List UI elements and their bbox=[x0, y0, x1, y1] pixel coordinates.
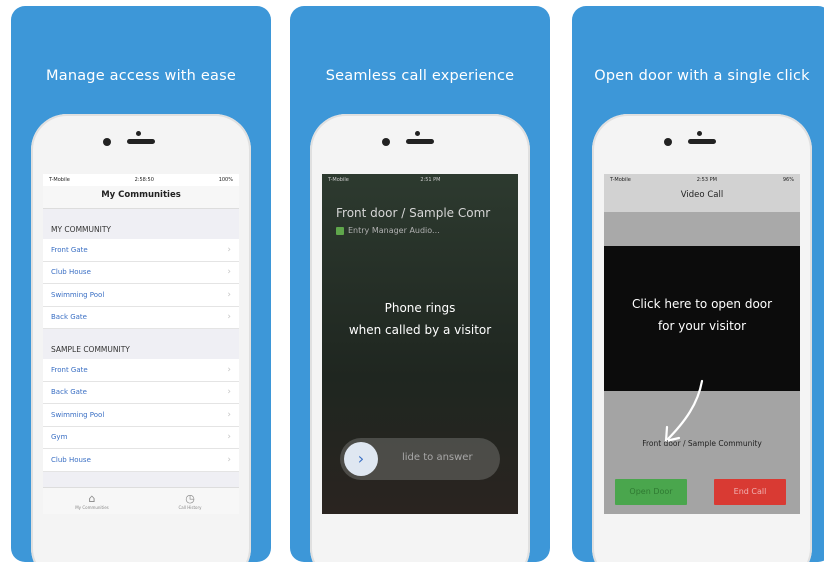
overlay-caption-line-2: for your visitor bbox=[657, 319, 747, 333]
tab-bar: ⌂ My Communities ◷ Call History bbox=[43, 487, 239, 514]
earpiece bbox=[688, 139, 716, 144]
list-item[interactable]: Front Gate › bbox=[43, 359, 239, 382]
list-item-label: Back Gate bbox=[51, 388, 87, 397]
nav-bar: T-Mobile 2:53 PM 96% Video Call bbox=[604, 174, 800, 212]
section-header-my-community: MY COMMUNITY bbox=[43, 209, 239, 239]
screenshot-card-1: Manage access with ease T-Mobile 2:58:50… bbox=[11, 6, 271, 562]
status-time: 2:58:50 bbox=[134, 177, 154, 183]
card-title: Manage access with ease bbox=[46, 68, 236, 84]
overlay-caption-line-2: when called by a visitor bbox=[348, 323, 492, 337]
community-label: Front door / Sample Community bbox=[642, 439, 762, 448]
list-item[interactable]: Front Gate › bbox=[43, 239, 239, 262]
end-call-button[interactable]: End Call bbox=[714, 479, 786, 505]
card-title: Seamless call experience bbox=[325, 68, 515, 84]
chevron-right-icon: › bbox=[227, 364, 231, 375]
carrier-label: T-Mobile bbox=[328, 177, 349, 183]
video-feed: Click here to open door for your visitor bbox=[604, 246, 800, 391]
caller-app-label: Entry Manager Audio... bbox=[336, 226, 440, 235]
chevron-right-icon: › bbox=[227, 244, 231, 255]
list-item[interactable]: Club House › bbox=[43, 261, 239, 284]
tab-label: My Communities bbox=[75, 504, 109, 510]
open-door-button[interactable]: Open Door bbox=[615, 479, 687, 505]
status-time: 2:53 PM bbox=[696, 177, 717, 183]
chevron-right-icon: › bbox=[227, 289, 231, 300]
battery-label: 96% bbox=[782, 177, 794, 183]
chevron-right-icon: › bbox=[227, 454, 231, 465]
carrier-label: T-Mobile bbox=[49, 177, 70, 183]
home-icon: ⌂ bbox=[88, 491, 96, 505]
app-icon bbox=[336, 226, 344, 235]
clock-icon: ◷ bbox=[185, 491, 195, 505]
list-item-label: Back Gate bbox=[51, 313, 87, 322]
phone-screen: T-Mobile 2:53 PM 96% Video Call Click he… bbox=[604, 174, 800, 514]
sensor-dot bbox=[697, 131, 702, 136]
nav-title: Video Call bbox=[680, 190, 724, 200]
camera-dot bbox=[382, 138, 390, 146]
section-header-sample-community: SAMPLE COMMUNITY bbox=[43, 329, 239, 359]
phone-frame: T-Mobile 2:58:50 100% My Communities MY … bbox=[31, 114, 251, 562]
phone-screen: T-Mobile 2:51 PM Front door / Sample Com… bbox=[322, 174, 518, 514]
caller-name: Front door / Sample Comr bbox=[336, 206, 491, 220]
battery-label: 100% bbox=[218, 177, 233, 183]
phone-frame: T-Mobile 2:51 PM Front door / Sample Com… bbox=[310, 114, 530, 562]
call-controls-area: Front door / Sample Community Open Door … bbox=[604, 379, 800, 514]
screenshot-card-2: Seamless call experience T-Mobile 2:51 P… bbox=[290, 6, 550, 562]
slide-to-answer-slider[interactable]: › lide to answer bbox=[340, 438, 500, 480]
list-item-label: Swimming Pool bbox=[51, 290, 105, 299]
chevron-right-icon: › bbox=[227, 432, 231, 443]
phone-screen: T-Mobile 2:58:50 100% My Communities MY … bbox=[43, 174, 239, 514]
phone-frame: T-Mobile 2:53 PM 96% Video Call Click he… bbox=[592, 114, 812, 562]
tab-label: Call History bbox=[178, 504, 202, 510]
earpiece bbox=[127, 139, 155, 144]
list-item-label: Front Gate bbox=[51, 245, 88, 254]
list-item[interactable]: Gym › bbox=[43, 426, 239, 449]
card-title: Open door with a single click bbox=[594, 68, 810, 84]
video-top-band bbox=[604, 212, 800, 246]
overlay-caption-line-1: Phone rings bbox=[384, 301, 456, 315]
tab-my-communities[interactable]: ⌂ My Communities bbox=[43, 488, 141, 514]
chevron-right-icon: › bbox=[227, 409, 231, 420]
chevron-right-icon: › bbox=[227, 267, 231, 278]
list-item-label: Gym bbox=[51, 433, 68, 442]
status-bar: T-Mobile 2:53 PM 96% bbox=[604, 174, 800, 186]
chevron-right-icon: › bbox=[227, 312, 231, 323]
carrier-label: T-Mobile bbox=[610, 177, 631, 183]
overlay-caption-line-1: Click here to open door bbox=[631, 297, 773, 311]
list-item-label: Front Gate bbox=[51, 365, 88, 374]
list-item[interactable]: Swimming Pool › bbox=[43, 284, 239, 307]
camera-dot bbox=[103, 138, 111, 146]
list-item-label: Club House bbox=[51, 455, 91, 464]
status-bar: T-Mobile 2:58:50 100% bbox=[43, 174, 239, 186]
list-item[interactable]: Back Gate › bbox=[43, 306, 239, 329]
list-item-label: Swimming Pool bbox=[51, 410, 105, 419]
slider-label: lide to answer bbox=[402, 452, 473, 463]
list-item[interactable]: Swimming Pool › bbox=[43, 404, 239, 427]
status-bar: T-Mobile 2:51 PM bbox=[322, 174, 518, 186]
caller-app-text: Entry Manager Audio... bbox=[348, 226, 440, 235]
earpiece bbox=[406, 139, 434, 144]
chevron-right-icon: › bbox=[227, 387, 231, 398]
list-item[interactable]: Club House › bbox=[43, 449, 239, 472]
list-item-label: Club House bbox=[51, 268, 91, 277]
sensor-dot bbox=[415, 131, 420, 136]
tab-call-history[interactable]: ◷ Call History bbox=[141, 488, 239, 514]
chevron-right-icon[interactable]: › bbox=[344, 442, 378, 476]
arrow-icon bbox=[664, 379, 704, 443]
list-item[interactable]: Back Gate › bbox=[43, 381, 239, 404]
status-time: 2:51 PM bbox=[420, 177, 441, 183]
camera-dot bbox=[664, 138, 672, 146]
sensor-dot bbox=[136, 131, 141, 136]
nav-title: My Communities bbox=[43, 186, 239, 209]
screenshot-card-3: Open door with a single click T-Mobile 2… bbox=[572, 6, 824, 562]
